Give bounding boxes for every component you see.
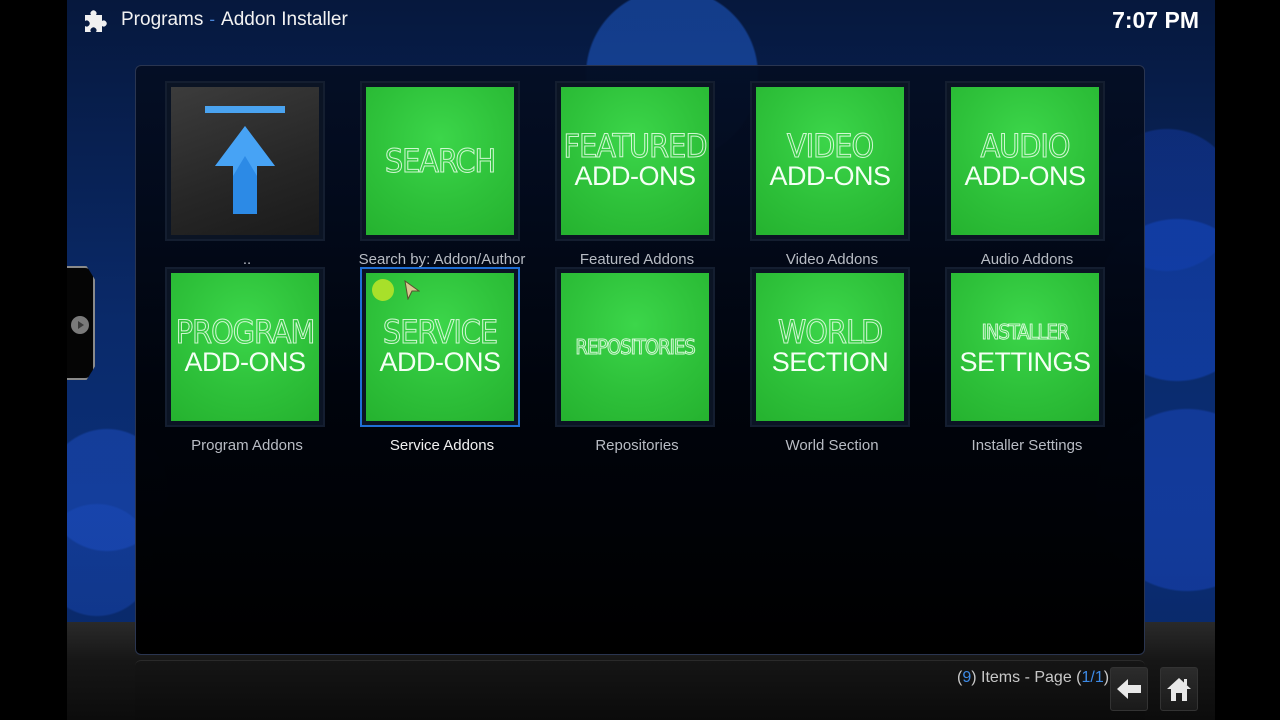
tile-art-text: WORLD [777, 313, 883, 351]
tile-art-text: SETTINGS [959, 347, 1091, 377]
tile-art-text: ADD-ONS [379, 347, 501, 377]
tile-art-text: INSTALLER [981, 320, 1070, 345]
tile-art-text: SECTION [771, 347, 889, 377]
addon-tile-video[interactable]: VIDEO ADD-ONS Video Addons [750, 81, 910, 268]
tile-art-text: SEARCH [384, 142, 496, 180]
play-circle-icon[interactable] [71, 316, 89, 334]
addon-tile-service[interactable]: SERVICE ADD-ONS Service Addons [360, 267, 520, 454]
tile-label: Audio Addons [980, 251, 1074, 268]
tile-artwork: REPOSITORIES [561, 273, 709, 421]
tile-artwork [171, 87, 319, 235]
item-page-count: (9) Items - Page (1/1) [957, 669, 1109, 687]
back-button[interactable] [1110, 667, 1148, 711]
addon-tile-world[interactable]: WORLD SECTION World Section [750, 267, 910, 454]
touch-indicator [372, 279, 394, 301]
tile-artwork: VIDEO ADD-ONS [756, 87, 904, 235]
tile-artwork: INSTALLER SETTINGS [951, 273, 1099, 421]
addon-tile-program[interactable]: PROGRAM ADD-ONS Program Addons [165, 267, 325, 454]
breadcrumb: Programs - Addon Installer [121, 9, 348, 31]
breadcrumb-section: Programs [121, 9, 204, 30]
tile-art-text: AUDIO [980, 127, 1071, 165]
item-count: 9 [962, 669, 972, 686]
page-paren: ) [1103, 669, 1110, 686]
tile-art-text: ADD-ONS [964, 161, 1086, 191]
tile-artwork: WORLD SECTION [756, 273, 904, 421]
tile-art-text: SERVICE [382, 313, 498, 351]
mouse-cursor-icon [404, 280, 420, 300]
tile-art-text: PROGRAM [175, 313, 316, 351]
breadcrumb-separator: - [209, 10, 216, 29]
home-button[interactable] [1160, 667, 1198, 711]
tile-label: .. [242, 251, 252, 268]
tile-art-text: ADD-ONS [769, 161, 891, 191]
page-title: Addon Installer [221, 9, 348, 30]
addon-tile-repositories[interactable]: REPOSITORIES Repositories [555, 267, 715, 454]
header-bar: Programs - Addon Installer 7:07 PM [67, 0, 1215, 42]
items-page-text: ) Items - Page ( [971, 669, 1082, 686]
tile-label: Repositories [595, 437, 679, 454]
addon-grid-panel: .. SEARCH Search by: Addon/Author FEATURED A… [135, 65, 1145, 655]
tile-art-text: FEATURED [563, 127, 708, 165]
home-icon [1167, 678, 1191, 701]
tile-art-text: VIDEO [786, 127, 874, 165]
tile-label: Featured Addons [579, 251, 695, 268]
tile-label: Video Addons [785, 251, 879, 268]
tile-label: Service Addons [389, 437, 495, 454]
tile-label: World Section [785, 437, 879, 454]
tile-artwork: SEARCH [366, 87, 514, 235]
parent-folder-arrow-icon [205, 106, 285, 214]
tile-artwork: AUDIO ADD-ONS [951, 87, 1099, 235]
back-arrow-icon [1117, 679, 1141, 699]
tile-art-text: ADD-ONS [574, 161, 696, 191]
tile-artwork: FEATURED ADD-ONS [561, 87, 709, 235]
addon-tile-installer-settings[interactable]: INSTALLER SETTINGS Installer Settings [945, 267, 1105, 454]
addon-tile-search[interactable]: SEARCH Search by: Addon/Author [359, 81, 525, 268]
addon-tile-parent[interactable]: .. [165, 81, 325, 268]
tile-label: Search by: Addon/Author [358, 251, 526, 268]
tile-art-text: ADD-ONS [184, 347, 306, 377]
kodi-screen: Programs - Addon Installer 7:07 PM .. SEARC… [67, 0, 1215, 720]
tile-artwork: PROGRAM ADD-ONS [171, 273, 319, 421]
clock: 7:07 PM [1112, 7, 1199, 33]
tile-label: Program Addons [191, 437, 303, 454]
tile-art-text: REPOSITORIES [575, 335, 696, 360]
puzzle-piece-icon [85, 10, 107, 33]
addon-tile-featured[interactable]: FEATURED ADD-ONS Featured Addons [555, 81, 715, 268]
tile-label: Installer Settings [971, 437, 1083, 454]
side-menu-tab[interactable] [67, 266, 95, 380]
page-number: 1/1 [1081, 669, 1104, 686]
addon-tile-audio[interactable]: AUDIO ADD-ONS Audio Addons [945, 81, 1105, 268]
